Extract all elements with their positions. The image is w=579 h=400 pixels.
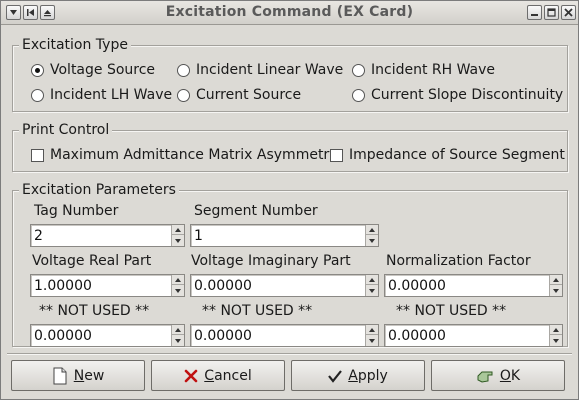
voltage-real-spinbox[interactable] <box>30 274 185 297</box>
voltage-imaginary-input[interactable] <box>191 275 364 296</box>
normalization-factor-label: Normalization Factor <box>386 253 531 269</box>
dialog-window: Excitation Command (EX Card) Excitation … <box>0 0 579 400</box>
radio-label: Incident LH Wave <box>50 87 173 103</box>
radio-incident-lh-wave[interactable]: Incident LH Wave <box>31 86 172 104</box>
checkbox-max-admittance-asymmetry[interactable]: Maximum Admittance Matrix Asymmetry <box>31 146 337 164</box>
spin-arrows <box>171 275 184 296</box>
not-used-label-3: ** NOT USED ** <box>396 303 507 319</box>
segment-number-input[interactable] <box>191 225 364 246</box>
radio-label: Current Source <box>196 87 302 103</box>
checkmark-icon <box>328 369 343 383</box>
checkbox[interactable] <box>330 148 343 162</box>
minimize-button[interactable] <box>527 5 542 20</box>
cancel-button-label: Cancel <box>204 367 252 384</box>
radio-button[interactable] <box>177 88 190 102</box>
apply-button[interactable]: Apply <box>291 360 425 391</box>
spin-up-button[interactable] <box>366 225 378 235</box>
spin-up-button[interactable] <box>366 275 378 285</box>
radio-current-source[interactable]: Current Source <box>177 86 301 104</box>
radio-incident-rh-wave[interactable]: Incident RH Wave <box>352 61 495 79</box>
radio-button[interactable] <box>352 63 365 77</box>
minimize-icon <box>531 14 538 16</box>
window-title: Excitation Command (EX Card) <box>165 4 414 20</box>
spin-down-button[interactable] <box>550 286 562 296</box>
ok-button[interactable]: OK <box>431 360 565 391</box>
close-button[interactable] <box>561 5 576 20</box>
radio-incident-linear-wave[interactable]: Incident Linear Wave <box>177 61 343 79</box>
new-button[interactable]: New <box>11 360 145 391</box>
checkbox-label: Impedance of Source Segment <box>349 147 565 163</box>
print-control-legend: Print Control <box>19 121 113 139</box>
spin-up-button[interactable] <box>550 325 562 335</box>
not-used-spinbox-1[interactable] <box>30 324 185 347</box>
spin-up-button[interactable] <box>172 225 184 235</box>
tag-number-input[interactable] <box>31 225 170 246</box>
not-used-spinbox-3[interactable] <box>384 324 563 347</box>
voltage-real-label: Voltage Real Part <box>32 253 152 269</box>
not-used-label-1: ** NOT USED ** <box>39 303 150 319</box>
not-used-input-3[interactable] <box>385 325 548 346</box>
spin-down-button[interactable] <box>366 236 378 246</box>
radio-label: Incident RH Wave <box>371 62 496 78</box>
not-used-label-2: ** NOT USED ** <box>202 303 313 319</box>
normalization-factor-spinbox[interactable] <box>384 274 563 297</box>
spin-up-button[interactable] <box>550 275 562 285</box>
spin-up-button[interactable] <box>172 325 184 335</box>
spin-down-button[interactable] <box>172 236 184 246</box>
spin-down-button[interactable] <box>172 336 184 346</box>
radio-current-slope-discontinuity[interactable]: Current Slope Discontinuity <box>352 86 563 104</box>
radio-label: Voltage Source <box>50 62 156 78</box>
spin-up-button[interactable] <box>366 325 378 335</box>
spin-down-button[interactable] <box>366 286 378 296</box>
radio-button[interactable] <box>352 88 365 102</box>
apply-button-label: Apply <box>348 367 388 384</box>
spin-arrows <box>171 225 184 246</box>
maximize-icon <box>547 8 556 17</box>
close-icon <box>564 8 573 17</box>
maximize-button[interactable] <box>544 5 559 20</box>
voltage-imaginary-label: Voltage Imaginary Part <box>191 253 351 269</box>
ok-hand-icon <box>477 371 493 383</box>
spin-down-button[interactable] <box>172 286 184 296</box>
spin-arrows <box>171 325 184 346</box>
segment-number-label: Segment Number <box>194 203 318 219</box>
normalization-factor-input[interactable] <box>385 275 548 296</box>
segment-number-spinbox[interactable] <box>190 224 379 247</box>
spin-down-button[interactable] <box>366 336 378 346</box>
cancel-x-icon <box>184 369 198 382</box>
not-used-input-1[interactable] <box>31 325 170 346</box>
checkbox-label: Maximum Admittance Matrix Asymmetry <box>50 147 338 163</box>
tag-number-spinbox[interactable] <box>30 224 185 247</box>
new-document-icon <box>53 367 67 384</box>
radio-label: Current Slope Discontinuity <box>371 87 564 103</box>
ok-button-label: OK <box>499 367 521 384</box>
radio-button[interactable] <box>31 63 44 77</box>
voltage-imaginary-spinbox[interactable] <box>190 274 379 297</box>
spin-arrows <box>365 325 378 346</box>
radio-button[interactable] <box>31 88 44 102</box>
radio-button[interactable] <box>177 63 190 77</box>
excitation-parameters-legend: Excitation Parameters <box>19 181 179 199</box>
spin-arrows <box>549 275 562 296</box>
spin-down-button[interactable] <box>550 336 562 346</box>
spin-arrows <box>549 325 562 346</box>
cancel-button[interactable]: Cancel <box>151 360 285 391</box>
title-bar[interactable]: Excitation Command (EX Card) <box>1 1 578 25</box>
voltage-real-input[interactable] <box>31 275 170 296</box>
tag-number-label: Tag Number <box>34 203 119 219</box>
radio-voltage-source[interactable]: Voltage Source <box>31 61 155 79</box>
spin-arrows <box>365 275 378 296</box>
checkbox-impedance-source-segment[interactable]: Impedance of Source Segment <box>330 146 565 164</box>
new-button-label: New <box>73 367 105 384</box>
radio-label: Incident Linear Wave <box>196 62 344 78</box>
spin-arrows <box>365 225 378 246</box>
button-separator <box>7 353 572 355</box>
checkbox[interactable] <box>31 148 44 162</box>
not-used-spinbox-2[interactable] <box>190 324 379 347</box>
excitation-type-legend: Excitation Type <box>19 36 131 54</box>
not-used-input-2[interactable] <box>191 325 364 346</box>
spin-up-button[interactable] <box>172 275 184 285</box>
